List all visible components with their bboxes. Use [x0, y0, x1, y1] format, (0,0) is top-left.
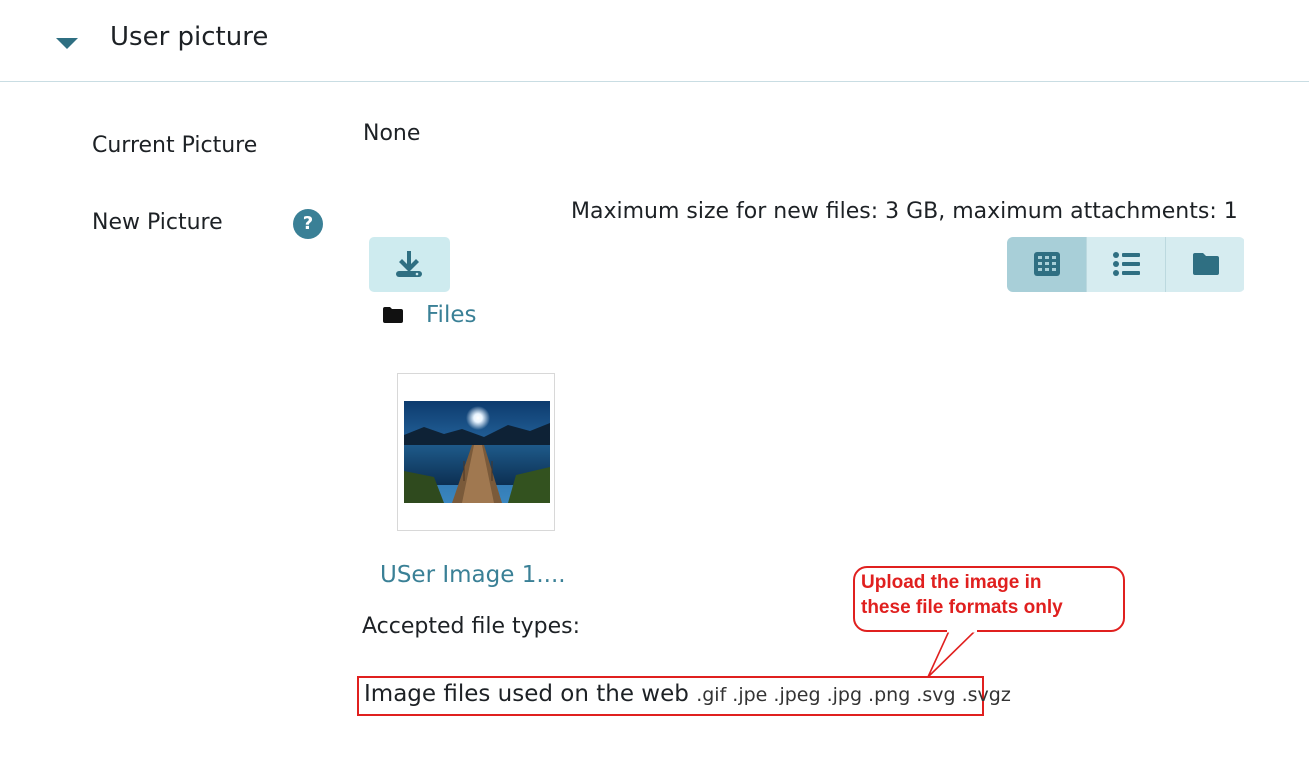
section-header: User picture	[0, 0, 1309, 82]
view-tree-button[interactable]	[1165, 237, 1244, 292]
caret-down-icon[interactable]	[56, 36, 78, 50]
accepted-types-label: Accepted file types:	[362, 614, 580, 639]
help-icon[interactable]: ?	[293, 209, 323, 239]
current-picture-label: Current Picture	[92, 133, 258, 158]
view-list-button[interactable]	[1086, 237, 1165, 292]
current-picture-value: None	[363, 121, 421, 146]
add-file-button[interactable]	[369, 237, 450, 292]
view-icons-button[interactable]	[1007, 237, 1086, 292]
landscape-image	[404, 401, 550, 503]
annotation-line-2: these file formats only	[861, 597, 1063, 618]
new-picture-label: New Picture	[92, 210, 223, 235]
grid-icon	[1034, 252, 1060, 276]
file-name-link[interactable]: USer Image 1....	[380, 562, 566, 588]
folder-icon	[1193, 253, 1219, 275]
breadcrumb-files-link[interactable]: Files	[426, 302, 476, 328]
upload-limits-text: Maximum size for new files: 3 GB, maximu…	[571, 199, 1238, 224]
annotation-line-1: Upload the image in	[861, 572, 1042, 593]
list-icon	[1113, 252, 1140, 276]
accepted-group-name: Image files used on the web	[364, 681, 689, 707]
callout-pointer	[927, 629, 977, 678]
section-title[interactable]: User picture	[110, 18, 268, 56]
folder-icon	[383, 307, 403, 323]
accepted-extensions: .gif .jpe .jpeg .jpg .png .svg .svgz	[696, 684, 1011, 706]
download-icon	[396, 251, 422, 277]
annotation-callout: Upload the image in these file formats o…	[853, 566, 1125, 632]
view-toggle-group	[1007, 237, 1245, 292]
file-thumbnail[interactable]	[397, 373, 555, 531]
accepted-types-highlight: Image files used on the web .gif .jpe .j…	[357, 676, 1011, 716]
